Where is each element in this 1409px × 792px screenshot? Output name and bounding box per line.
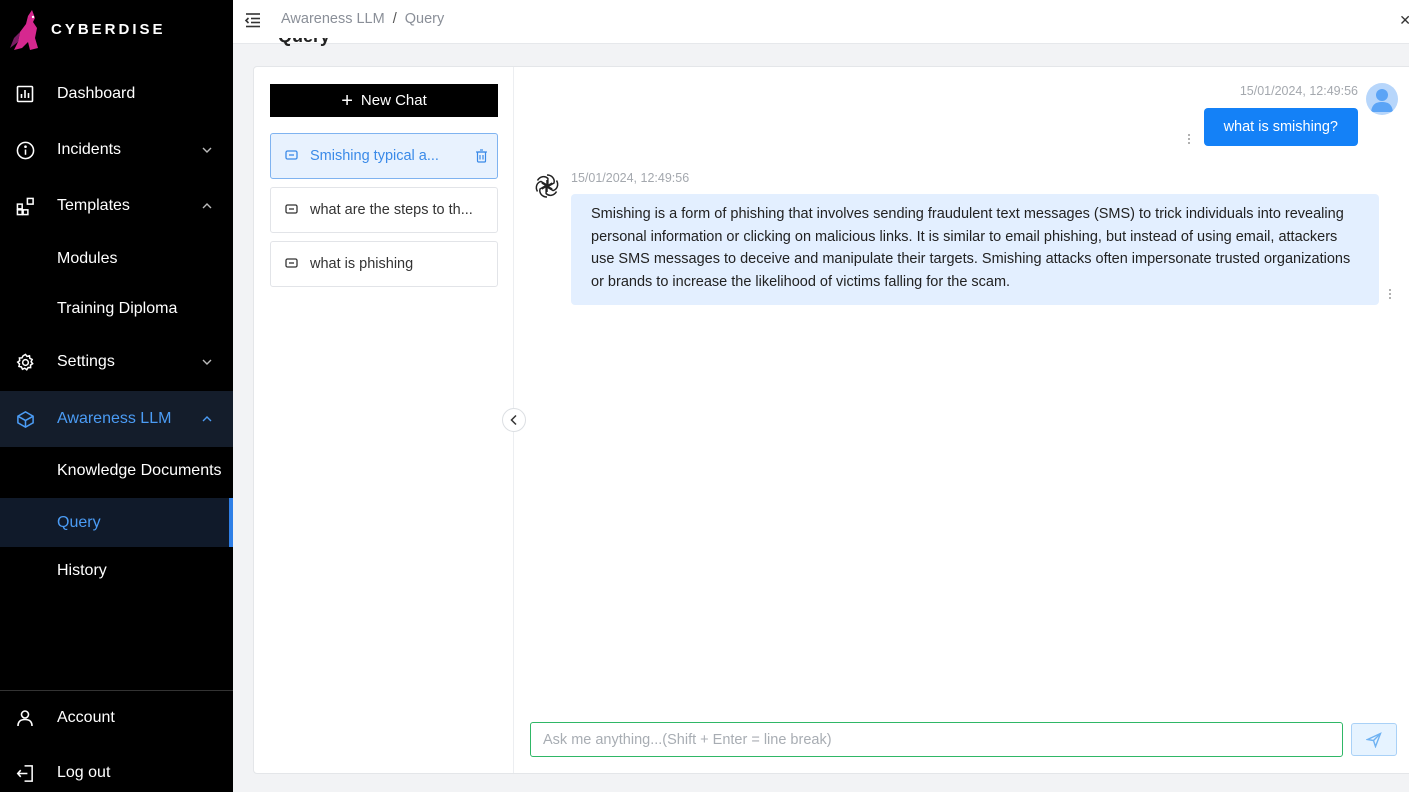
openai-icon [535, 174, 559, 198]
sidebar-item-history[interactable]: History [0, 547, 233, 595]
sidebar-divider [0, 690, 233, 691]
trash-icon[interactable] [475, 149, 488, 163]
sidebar-item-label: History [57, 562, 107, 579]
account-button[interactable]: Account [0, 694, 233, 742]
sidebar-item-knowledge-documents[interactable]: Knowledge Documents [0, 447, 233, 495]
more-options-icon[interactable] [1388, 288, 1392, 300]
send-icon [1366, 731, 1382, 748]
chat-title: Smishing typical a... [310, 148, 439, 164]
logout-button[interactable]: Log out [0, 749, 233, 792]
sidebar-item-label: Modules [57, 250, 118, 267]
sidebar-item-label: Knowledge Documents [57, 462, 222, 479]
message-icon [285, 258, 298, 268]
message-icon [285, 204, 298, 214]
breadcrumb-separator: / [392, 11, 397, 27]
templates-icon [15, 196, 35, 216]
chat-list: + New Chat Smishing typical a... what ar… [254, 67, 514, 773]
menu-collapse-icon[interactable] [244, 11, 262, 29]
sidebar-item-modules[interactable]: Modules [0, 235, 233, 283]
chat-list-item[interactable]: what are the steps to th... [270, 187, 498, 233]
chat-list-item[interactable]: what is phishing [270, 241, 498, 287]
top-bar: Awareness LLM / Query ✕ [233, 0, 1409, 44]
sidebar-item-templates[interactable]: Templates [0, 182, 233, 230]
sidebar-item-label: Awareness LLM [57, 410, 172, 427]
sidebar-item-awareness-llm[interactable]: Awareness LLM [0, 391, 233, 447]
info-icon [15, 140, 35, 160]
page-title: Query [278, 38, 338, 48]
sidebar-item-query[interactable]: Query [0, 498, 233, 547]
brand-name: CYBERDISE [51, 21, 166, 38]
sidebar-item-settings[interactable]: Settings [0, 338, 233, 386]
sidebar-item-dashboard[interactable]: Dashboard [0, 70, 233, 118]
sidebar-item-label: Dashboard [57, 85, 136, 102]
breadcrumb-awareness-llm[interactable]: Awareness LLM [281, 11, 385, 27]
message-icon [285, 150, 298, 160]
logout-label: Log out [57, 764, 111, 781]
user-message-bubble: what is smishing? [1203, 108, 1358, 146]
chevron-down-icon [202, 147, 212, 153]
brand-logo[interactable]: CYBERDISE [0, 0, 233, 60]
new-chat-label: New Chat [360, 92, 427, 109]
account-label: Account [57, 709, 115, 726]
kangaroo-logo-icon [10, 10, 38, 50]
chevron-down-icon [202, 359, 212, 365]
chat-list-item[interactable]: Smishing typical a... [270, 133, 498, 179]
chat-area: 15/01/2024, 12:49:56 what is smishing? 1… [515, 67, 1409, 773]
query-panel: + New Chat Smishing typical a... what ar… [253, 66, 1409, 774]
sidebar-item-label: Settings [57, 353, 115, 370]
sidebar-item-label: Incidents [57, 141, 122, 158]
chevron-up-icon [202, 203, 212, 209]
sidebar-item-training-diploma[interactable]: Training Diploma [0, 285, 233, 333]
more-options-icon[interactable] [1187, 133, 1191, 145]
bot-message-bubble: Smishing is a form of phishing that invo… [571, 194, 1379, 305]
new-chat-button[interactable]: + New Chat [270, 84, 498, 117]
sidebar: CYBERDISE Dashboard Incidents Templates … [0, 0, 233, 792]
chat-input[interactable] [530, 722, 1343, 757]
user-message-timestamp: 15/01/2024, 12:49:56 [1239, 84, 1358, 98]
sidebar-item-label: Training Diploma [57, 300, 178, 317]
gear-icon [15, 352, 35, 372]
user-icon [15, 708, 35, 728]
chat-title: what is phishing [310, 256, 414, 272]
avatar [1366, 83, 1398, 115]
user-avatar-icon [1371, 89, 1393, 112]
send-button[interactable] [1351, 723, 1397, 756]
close-icon[interactable]: ✕ [1399, 12, 1409, 29]
llm-icon [15, 409, 35, 429]
sidebar-item-label: Query [57, 513, 101, 531]
sidebar-item-label: Templates [57, 197, 130, 214]
chat-title: what are the steps to th... [310, 202, 473, 218]
sidebar-item-incidents[interactable]: Incidents [0, 126, 233, 174]
dashboard-icon [15, 84, 35, 104]
breadcrumb-query: Query [404, 11, 445, 27]
breadcrumb: Awareness LLM / Query [281, 11, 444, 27]
logout-icon [15, 763, 35, 783]
plus-icon: + [341, 89, 353, 112]
chevron-up-icon [202, 416, 212, 422]
bot-message-timestamp: 15/01/2024, 12:49:56 [571, 171, 690, 185]
